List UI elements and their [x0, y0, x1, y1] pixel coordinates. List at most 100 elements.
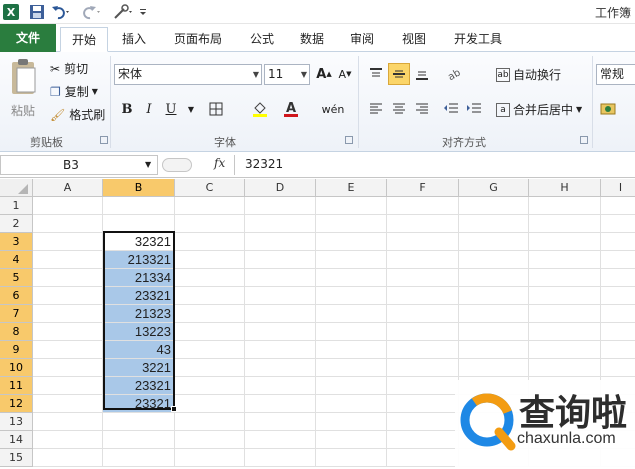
row-header-14[interactable]: 14 [0, 431, 33, 449]
cell-a15[interactable] [33, 449, 103, 467]
cell-d13[interactable] [245, 413, 316, 431]
cell-b14[interactable] [103, 431, 175, 449]
increase-indent-icon[interactable] [463, 98, 485, 120]
cell-d9[interactable] [245, 341, 316, 359]
currency-icon[interactable] [598, 98, 620, 120]
cell-d2[interactable] [245, 215, 316, 233]
row-header-3[interactable]: 3 [0, 233, 33, 251]
cell-a7[interactable] [33, 305, 103, 323]
cell-c14[interactable] [175, 431, 245, 449]
cell-e14[interactable] [316, 431, 387, 449]
cell-c11[interactable] [175, 377, 245, 395]
cell-d6[interactable] [245, 287, 316, 305]
cell-a6[interactable] [33, 287, 103, 305]
cell-b11[interactable]: 23321 [103, 377, 175, 395]
decrease-indent-icon[interactable] [440, 98, 462, 120]
customize-qat-icon[interactable] [137, 3, 149, 21]
align-left-icon[interactable] [365, 98, 387, 120]
undo-icon[interactable] [50, 3, 72, 21]
copy-button[interactable]: ❐ 复制 ▼ [50, 83, 98, 100]
cell-f14[interactable] [387, 431, 459, 449]
cell-a4[interactable] [33, 251, 103, 269]
cell-i9[interactable] [601, 341, 635, 359]
cell-b1[interactable] [103, 197, 175, 215]
cell-c15[interactable] [175, 449, 245, 467]
cell-d4[interactable] [245, 251, 316, 269]
align-right-icon[interactable] [411, 98, 433, 120]
cell-e3[interactable] [316, 233, 387, 251]
column-header-c[interactable]: C [175, 179, 245, 197]
row-header-1[interactable]: 1 [0, 197, 33, 215]
cell-d10[interactable] [245, 359, 316, 377]
row-header-9[interactable]: 9 [0, 341, 33, 359]
row-header-10[interactable]: 10 [0, 359, 33, 377]
cell-c2[interactable] [175, 215, 245, 233]
cell-h9[interactable] [529, 341, 601, 359]
column-header-f[interactable]: F [387, 179, 459, 197]
cell-a10[interactable] [33, 359, 103, 377]
paste-button[interactable]: 粘贴 [6, 56, 42, 124]
cell-f2[interactable] [387, 215, 459, 233]
cell-d11[interactable] [245, 377, 316, 395]
border-icon[interactable] [205, 98, 227, 120]
cell-i6[interactable] [601, 287, 635, 305]
row-header-12[interactable]: 12 [0, 395, 33, 413]
cell-e12[interactable] [316, 395, 387, 413]
cell-h2[interactable] [529, 215, 601, 233]
column-header-g[interactable]: G [459, 179, 529, 197]
cell-d14[interactable] [245, 431, 316, 449]
clipboard-launcher-icon[interactable] [100, 136, 108, 144]
cut-button[interactable]: ✂ 剪切 [50, 60, 88, 77]
cell-b15[interactable] [103, 449, 175, 467]
row-header-6[interactable]: 6 [0, 287, 33, 305]
cell-c8[interactable] [175, 323, 245, 341]
alignment-launcher-icon[interactable] [580, 136, 588, 144]
cell-b10[interactable]: 3221 [103, 359, 175, 377]
tab-data[interactable]: 数据 [290, 27, 334, 52]
tab-formulas[interactable]: 公式 [240, 27, 284, 52]
cell-a5[interactable] [33, 269, 103, 287]
cell-i5[interactable] [601, 269, 635, 287]
column-header-b[interactable]: B [103, 179, 175, 197]
cell-i8[interactable] [601, 323, 635, 341]
tab-insert[interactable]: 插入 [112, 27, 156, 52]
cell-f15[interactable] [387, 449, 459, 467]
cell-f7[interactable] [387, 305, 459, 323]
cell-d5[interactable] [245, 269, 316, 287]
cell-a9[interactable] [33, 341, 103, 359]
cell-e6[interactable] [316, 287, 387, 305]
cell-h8[interactable] [529, 323, 601, 341]
font-launcher-icon[interactable] [345, 136, 353, 144]
bold-button[interactable]: B [116, 98, 138, 120]
cell-b13[interactable] [103, 413, 175, 431]
format-painter-button[interactable]: 🖌 格式刷 [50, 106, 105, 123]
cell-g6[interactable] [459, 287, 529, 305]
cell-d12[interactable] [245, 395, 316, 413]
cell-d3[interactable] [245, 233, 316, 251]
cell-i10[interactable] [601, 359, 635, 377]
cell-e5[interactable] [316, 269, 387, 287]
cell-a11[interactable] [33, 377, 103, 395]
cell-f4[interactable] [387, 251, 459, 269]
cell-a1[interactable] [33, 197, 103, 215]
cell-b8[interactable]: 13223 [103, 323, 175, 341]
cell-g7[interactable] [459, 305, 529, 323]
cell-c3[interactable] [175, 233, 245, 251]
merge-center-button[interactable]: a 合并后居中 ▼ [496, 101, 582, 118]
cell-e7[interactable] [316, 305, 387, 323]
cell-f6[interactable] [387, 287, 459, 305]
cell-h4[interactable] [529, 251, 601, 269]
fill-handle[interactable] [171, 406, 177, 412]
font-name-dropdown[interactable]: 宋体 ▼ [114, 64, 262, 85]
cell-c1[interactable] [175, 197, 245, 215]
cell-b3[interactable]: 32321 [103, 233, 175, 251]
grow-font-icon[interactable]: A ▲ [313, 63, 335, 85]
orientation-icon[interactable]: ab [444, 63, 466, 85]
cell-e8[interactable] [316, 323, 387, 341]
cell-h3[interactable] [529, 233, 601, 251]
cell-f5[interactable] [387, 269, 459, 287]
phonetic-icon[interactable]: wén [322, 98, 345, 120]
tab-developer[interactable]: 开发工具 [446, 27, 510, 52]
align-top-icon[interactable] [365, 63, 387, 85]
cell-d15[interactable] [245, 449, 316, 467]
